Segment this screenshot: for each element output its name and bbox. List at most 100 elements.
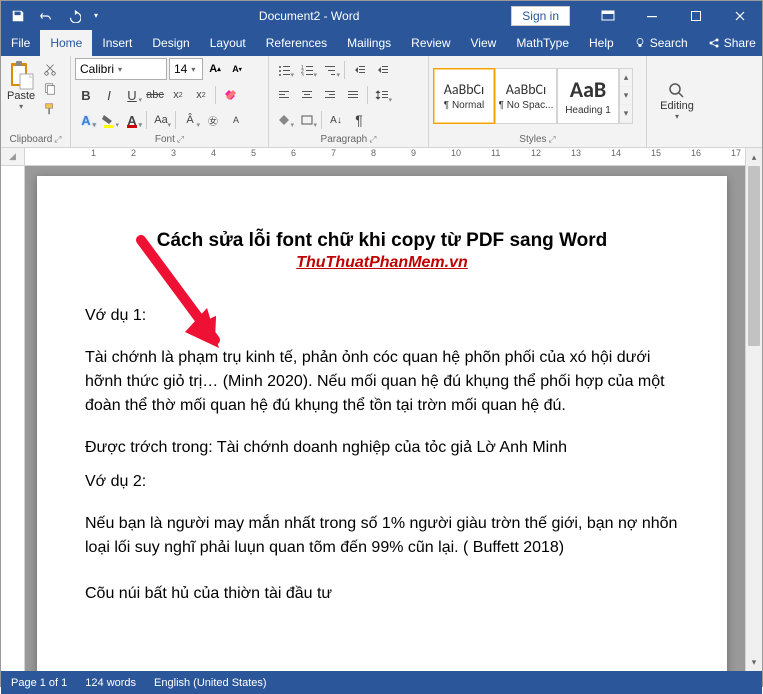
format-painter-button[interactable] <box>40 100 60 118</box>
font-color-button[interactable]: A▾ <box>121 110 143 130</box>
sign-in-button[interactable]: Sign in <box>511 6 570 26</box>
shading-button[interactable]: ▾ <box>273 110 295 130</box>
align-left-button[interactable] <box>273 85 295 105</box>
document-area: Cách sửa lỗi font chữ khi copy từ PDF sa… <box>1 166 762 671</box>
ribbon-options-button[interactable] <box>586 2 630 30</box>
highlight-button[interactable]: ▾ <box>98 110 120 130</box>
style-heading1[interactable]: AaB Heading 1 <box>557 68 619 124</box>
tab-review[interactable]: Review <box>401 30 460 56</box>
italic-button[interactable]: I <box>98 85 120 105</box>
style-normal[interactable]: AaBbCı ¶ Normal <box>433 68 495 124</box>
bold-button[interactable]: B <box>75 85 97 105</box>
tab-design[interactable]: Design <box>142 30 199 56</box>
tab-view[interactable]: View <box>461 30 507 56</box>
maximize-button[interactable] <box>674 2 718 30</box>
paste-button[interactable]: Paste ▾ <box>5 58 37 113</box>
grow-font-button[interactable]: A▴ <box>205 58 225 80</box>
subscript-button[interactable]: x2 <box>167 85 189 105</box>
page[interactable]: Cách sửa lỗi font chữ khi copy từ PDF sa… <box>37 176 727 671</box>
increase-indent-button[interactable] <box>371 60 393 80</box>
scrollbar-thumb[interactable] <box>748 166 760 346</box>
tab-insert[interactable]: Insert <box>92 30 142 56</box>
find-icon <box>668 82 686 100</box>
enclose-button[interactable]: ㊛ <box>202 110 224 130</box>
tab-file[interactable]: File <box>1 30 40 56</box>
group-styles: AaBbCı ¶ Normal AaBbCı ¶ No Spac... AaB … <box>429 56 647 147</box>
minimize-button[interactable] <box>630 2 674 30</box>
doc-paragraph: Nếu bạn là người may mắn nhất trong số 1… <box>85 512 679 560</box>
doc-paragraph: Được trớch trong: Tài chớnh doanh nghiệp… <box>85 436 679 460</box>
clipboard-launcher[interactable]: ⤢ <box>54 134 61 145</box>
vertical-ruler[interactable] <box>1 166 25 671</box>
borders-button[interactable]: ▾ <box>296 110 318 130</box>
doc-paragraph: Vớ dụ 1: <box>85 304 679 328</box>
paragraph-group-label: Paragraph <box>321 134 368 145</box>
tab-references[interactable]: References <box>256 30 337 56</box>
line-spacing-button[interactable]: ▾ <box>371 85 393 105</box>
align-center-button[interactable] <box>296 85 318 105</box>
styles-more[interactable]: ▾ <box>620 105 632 123</box>
vertical-scrollbar[interactable]: ▾ <box>745 166 762 671</box>
scroll-up-button[interactable]: ▴ <box>745 148 762 166</box>
styles-scroll: ▴ ▾ ▾ <box>619 68 633 124</box>
styles-down[interactable]: ▾ <box>620 87 632 105</box>
justify-button[interactable] <box>342 85 364 105</box>
quick-access-toolbar: ▾ <box>1 4 107 28</box>
cut-button[interactable] <box>40 60 60 78</box>
redo-button[interactable] <box>61 4 87 28</box>
font-launcher[interactable]: ⤢ <box>177 134 184 145</box>
shrink-font-button[interactable]: A▾ <box>227 58 247 80</box>
editing-button[interactable]: Editing ▾ <box>651 58 703 144</box>
character-scale-button[interactable]: Â▾ <box>179 110 201 130</box>
show-marks-button[interactable]: ¶ <box>348 110 370 130</box>
underline-button[interactable]: U▾ <box>121 85 143 105</box>
doc-paragraph: Vớ dụ 2: <box>85 470 679 494</box>
font-size-value: 14 <box>174 62 187 76</box>
decrease-indent-button[interactable] <box>348 60 370 80</box>
multilevel-button[interactable]: ▾ <box>319 60 341 80</box>
style-no-spacing[interactable]: AaBbCı ¶ No Spac... <box>495 68 557 124</box>
close-button[interactable] <box>718 2 762 30</box>
tab-layout[interactable]: Layout <box>200 30 256 56</box>
undo-button[interactable] <box>33 4 59 28</box>
title-bar: ▾ Document2 - Word Sign in <box>1 1 762 30</box>
document-viewport[interactable]: Cách sửa lỗi font chữ khi copy từ PDF sa… <box>25 166 745 671</box>
tell-me[interactable]: Search <box>624 30 698 56</box>
status-bar: Page 1 of 1 124 words English (United St… <box>1 671 762 694</box>
change-case-button[interactable]: Aa▾ <box>150 110 172 130</box>
group-clipboard: Paste ▾ Clipboard⤢ <box>1 56 71 147</box>
ribbon-tabs: File Home Insert Design Layout Reference… <box>1 30 762 56</box>
svg-text:3: 3 <box>301 73 304 76</box>
tab-mailings[interactable]: Mailings <box>337 30 401 56</box>
scroll-down-button[interactable]: ▾ <box>746 654 762 671</box>
share-icon <box>708 37 720 49</box>
tab-home[interactable]: Home <box>40 30 92 56</box>
superscript-button[interactable]: x2 <box>190 85 212 105</box>
ruler-corner[interactable]: ◢ <box>1 148 25 166</box>
paragraph-launcher[interactable]: ⤢ <box>369 134 376 145</box>
clipboard-group-label: Clipboard <box>9 134 52 145</box>
phonetic-button[interactable]: A <box>225 110 247 130</box>
save-button[interactable] <box>5 4 31 28</box>
font-name-combo[interactable]: Calibri▾ <box>75 58 167 80</box>
styles-launcher[interactable]: ⤢ <box>549 134 556 145</box>
bullets-button[interactable]: ▾ <box>273 60 295 80</box>
font-name-value: Calibri <box>80 62 114 76</box>
tab-mathtype[interactable]: MathType <box>506 30 579 56</box>
share-button[interactable]: Share <box>698 30 763 56</box>
horizontal-ruler[interactable]: 1234567891011121314151617 <box>25 148 745 166</box>
font-size-combo[interactable]: 14▾ <box>169 58 203 80</box>
ribbon: Paste ▾ Clipboard⤢ Calibri▾ 14▾ A▴ A▾ B … <box>1 56 762 148</box>
styles-up[interactable]: ▴ <box>620 69 632 87</box>
align-right-button[interactable] <box>319 85 341 105</box>
doc-subtitle: ThuThuatPhanMem.vn <box>85 254 679 272</box>
numbering-button[interactable]: 123▾ <box>296 60 318 80</box>
clear-formatting-button[interactable] <box>219 85 241 105</box>
qat-customize[interactable]: ▾ <box>89 4 103 28</box>
strikethrough-button[interactable]: abc <box>144 85 166 105</box>
text-effects-button[interactable]: A▾ <box>75 110 97 130</box>
sort-button[interactable]: A↓ <box>325 110 347 130</box>
editing-label: Editing <box>660 100 694 112</box>
copy-button[interactable] <box>40 80 60 98</box>
tab-help[interactable]: Help <box>579 30 624 56</box>
